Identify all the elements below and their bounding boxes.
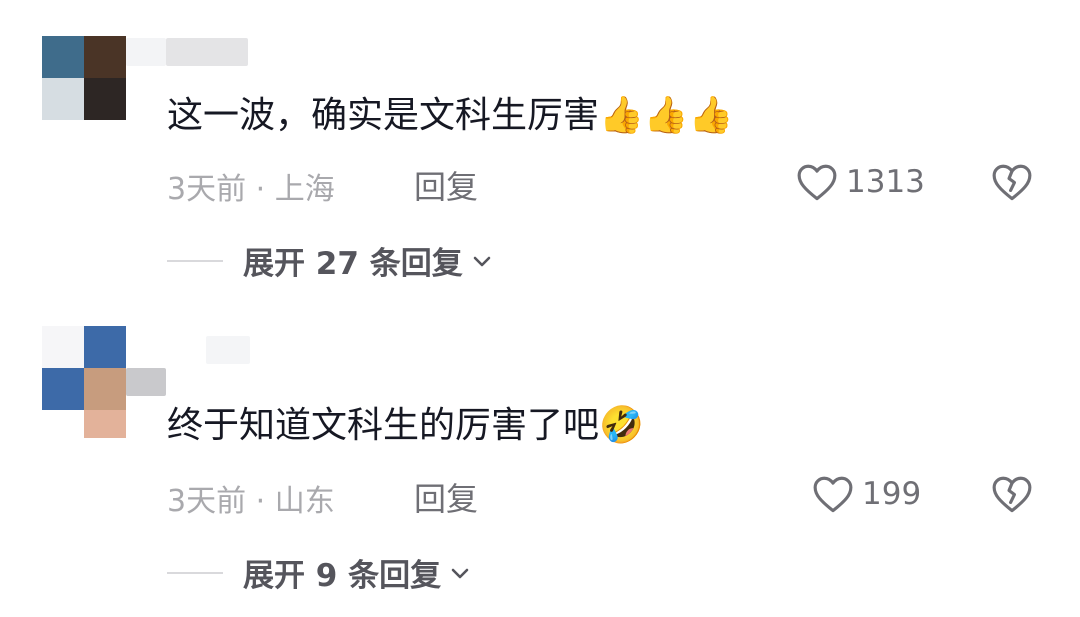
like-count: 1313	[846, 164, 925, 200]
expand-replies-label: 展开 9 条回复	[243, 558, 442, 594]
like-button[interactable]: 1313	[796, 162, 925, 202]
chevron-down-icon	[473, 256, 491, 266]
avatar-mosaic	[42, 326, 84, 368]
avatar-mosaic	[84, 36, 126, 78]
like-count: 199	[862, 476, 922, 512]
comment-time: 3天前	[167, 172, 247, 207]
meta-separator: ·	[246, 484, 275, 519]
meta-separator: ·	[246, 172, 275, 207]
expand-divider	[167, 571, 223, 574]
like-button[interactable]: 199	[812, 474, 921, 514]
reply-button[interactable]: 回复	[414, 162, 478, 208]
broken-heart-icon	[992, 164, 1032, 201]
username-blurred[interactable]	[126, 368, 166, 396]
avatar-mosaic	[42, 368, 84, 410]
avatar-mosaic	[84, 410, 126, 438]
comment-meta: 3天前 · 山东	[167, 476, 335, 520]
avatar-mosaic	[42, 78, 84, 120]
comment-text: 这一波，确实是文科生厉害👍👍👍	[167, 94, 734, 138]
comment-location: 上海	[274, 172, 335, 207]
expand-replies-button[interactable]: 展开 27 条回复	[167, 238, 493, 283]
avatar-mosaic	[84, 368, 126, 410]
dislike-button[interactable]	[991, 474, 1033, 518]
avatar-mosaic	[84, 326, 126, 368]
reply-button[interactable]: 回复	[414, 474, 478, 520]
username-blurred[interactable]	[166, 38, 248, 66]
heart-outline-icon	[813, 476, 853, 513]
username-blurred	[126, 38, 166, 66]
chevron-down-icon	[451, 568, 469, 578]
heart-outline-icon	[797, 164, 837, 201]
comment-location: 山东	[274, 484, 335, 519]
comment-body: 终于知道文科生的厉害了吧	[167, 405, 600, 446]
username-blurred	[206, 336, 250, 364]
comment-time: 3天前	[167, 484, 247, 519]
comment-meta: 3天前 · 上海	[167, 164, 335, 208]
expand-replies-label: 展开 27 条回复	[243, 246, 463, 282]
comment-text: 终于知道文科生的厉害了吧🤣	[167, 404, 644, 448]
rolling-laughing-emoji: 🤣	[599, 405, 644, 446]
dislike-button[interactable]	[991, 162, 1033, 206]
thumbs-up-emoji: 👍👍👍	[599, 95, 734, 136]
broken-heart-icon	[992, 476, 1032, 513]
comment-body: 这一波，确实是文科生厉害	[167, 95, 600, 136]
avatar-mosaic	[84, 78, 126, 120]
comment-item: 终于知道文科生的厉害了吧🤣 3天前 · 山东 回复 199 展开 9 条回复	[0, 300, 1080, 617]
avatar-mosaic	[42, 36, 84, 78]
avatar[interactable]	[42, 36, 126, 120]
expand-divider	[167, 259, 223, 262]
avatar[interactable]	[42, 326, 126, 438]
comment-item: 这一波，确实是文科生厉害👍👍👍 3天前 · 上海 回复 1313 展开 27 条…	[0, 0, 1080, 300]
expand-replies-button[interactable]: 展开 9 条回复	[167, 550, 471, 595]
